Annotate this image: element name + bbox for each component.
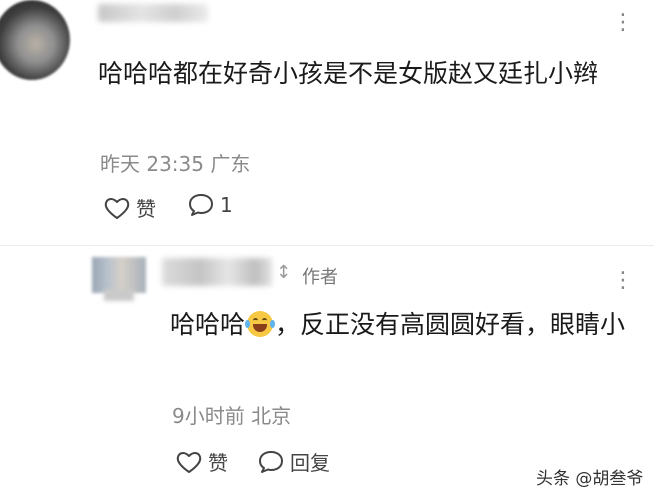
comment-meta: 昨天 23:35 广东 (100, 148, 250, 177)
like-label: 赞 (208, 451, 228, 475)
like-label: 赞 (136, 197, 156, 221)
reply-label: 回复 (290, 451, 330, 475)
reply-time: 9小时前 (172, 404, 245, 428)
heart-icon (176, 450, 202, 474)
watermark: 头条 @胡叁爷 (536, 469, 644, 489)
commenter-name-blurred[interactable] (98, 4, 208, 22)
comment-reply-button[interactable]: 1 (188, 193, 233, 217)
reply-reply-button[interactable]: 回复 (258, 447, 330, 476)
comment-like-button[interactable]: 赞 (104, 193, 156, 222)
comment-time: 昨天 23:35 (100, 152, 204, 176)
divider (0, 245, 654, 246)
comment-text: 哈哈哈都在好奇小孩是不是女版赵又廷扎小辫 (98, 59, 599, 88)
reply-author-avatar[interactable] (92, 257, 146, 293)
author-badge: 作者 (302, 267, 338, 288)
reply-meta: 9小时前 北京 (172, 400, 291, 429)
laughing-tears-emoji-icon (245, 311, 276, 337)
reply-text: 哈哈哈 ，反正没有高圆圆好看，眼睛小 (170, 303, 640, 347)
speech-bubble-icon (188, 193, 214, 217)
reply-text-end: ，反正没有高圆圆好看，眼睛小 (275, 310, 626, 339)
reply-text-start: 哈哈哈 (170, 310, 246, 339)
speech-bubble-icon (258, 450, 284, 474)
reply-author-name-blurred[interactable] (162, 258, 272, 286)
heart-icon (104, 196, 130, 220)
reply-arrow-icon: ↕ (276, 262, 292, 283)
reply-count: 1 (220, 193, 233, 217)
comment-location: 广东 (210, 152, 251, 176)
reply-like-button[interactable]: 赞 (176, 447, 228, 476)
reply-author-avatar-lower (104, 289, 134, 301)
comment-more-icon[interactable]: ⋮ (612, 10, 635, 35)
reply-more-icon[interactable]: ⋮ (612, 268, 635, 293)
commenter-avatar[interactable] (0, 0, 70, 80)
reply-location: 北京 (251, 404, 292, 428)
